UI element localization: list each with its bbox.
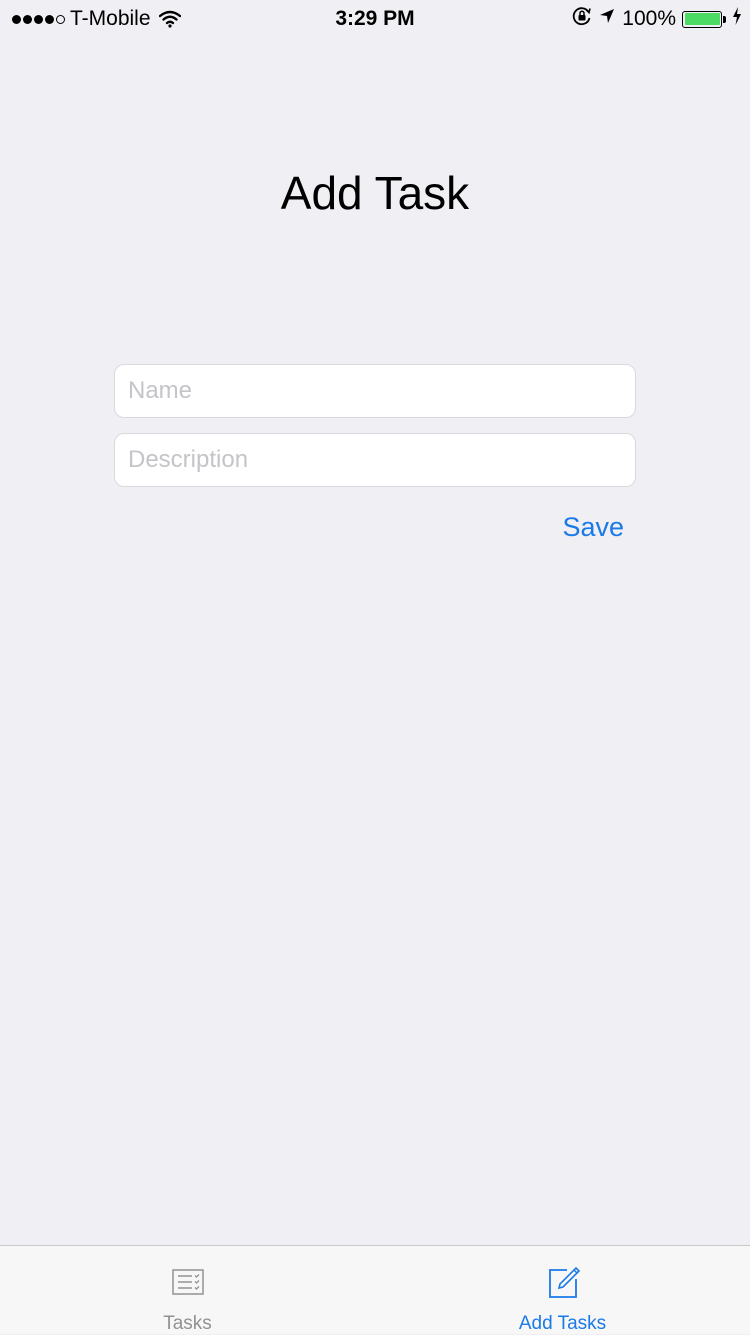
- status-right: 100%: [572, 7, 742, 31]
- tab-tasks[interactable]: Tasks: [0, 1246, 375, 1334]
- battery-percent: 100%: [622, 7, 676, 30]
- battery-fill: [684, 13, 720, 25]
- battery-body: [682, 10, 722, 28]
- tab-add-tasks[interactable]: Add Tasks: [375, 1246, 750, 1334]
- name-field[interactable]: [114, 364, 636, 418]
- page-title: Add Task: [280, 167, 470, 219]
- tab-bar: Tasks Add Tasks: [0, 1245, 750, 1334]
- status-bar: T-Mobile 3:29 PM 100%: [0, 0, 750, 40]
- location-arrow-icon: [598, 7, 616, 31]
- battery-icon: [682, 10, 726, 28]
- task-list-icon: [170, 1264, 206, 1300]
- description-field[interactable]: [114, 433, 636, 487]
- tab-label-tasks: Tasks: [163, 1313, 212, 1334]
- battery-tip: [723, 15, 726, 23]
- save-button[interactable]: Save: [562, 512, 624, 543]
- orientation-lock-icon: [572, 6, 592, 32]
- charging-bolt-icon: [732, 7, 742, 31]
- tab-label-add-tasks: Add Tasks: [518, 1313, 607, 1334]
- compose-icon: [545, 1264, 581, 1300]
